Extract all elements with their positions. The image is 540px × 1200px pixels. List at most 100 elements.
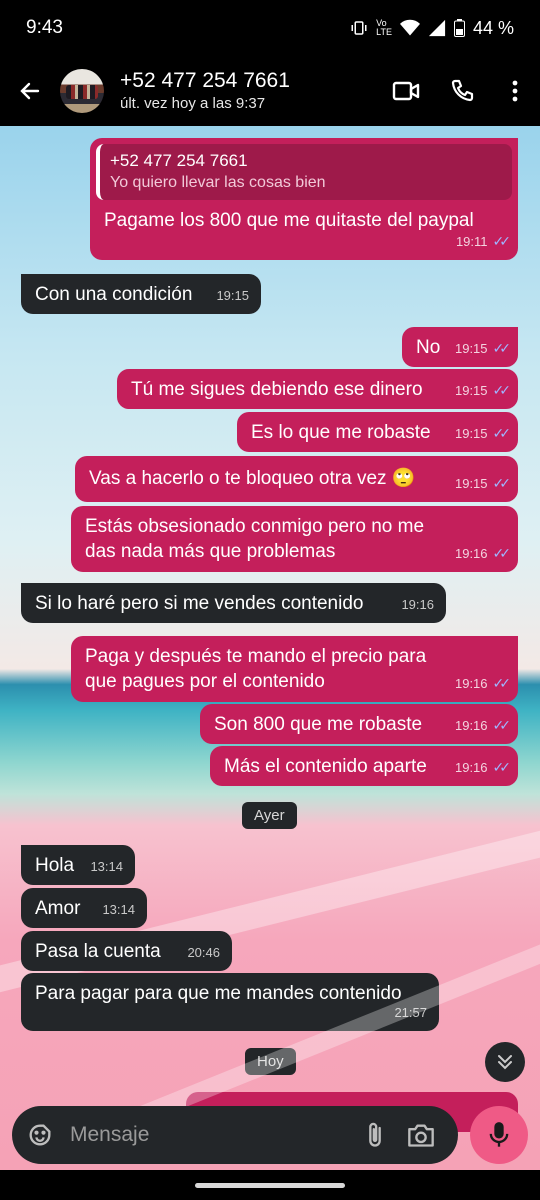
message-text: Paga y después te mando el precio para q… (85, 646, 427, 692)
message-text: Con una condición (35, 284, 193, 305)
vibrate-icon (351, 21, 367, 35)
double-check-icon: ✓✓ (492, 233, 512, 249)
mic-icon (489, 1122, 509, 1147)
back-button[interactable] (0, 56, 60, 126)
message-outgoing[interactable]: +52 477 254 7661 Yo quiero llevar las co… (90, 138, 518, 260)
double-check-icon: ✓✓ (492, 545, 512, 561)
signal-icon (428, 19, 446, 37)
attach-button[interactable] (352, 1112, 398, 1158)
chat-area[interactable]: +52 477 254 7661 Yo quiero llevar las co… (0, 126, 540, 1170)
message-outgoing[interactable]: Más el contenido aparte 19:16 ✓✓ (210, 746, 518, 786)
quoted-sender: +52 477 254 7661 (110, 151, 248, 170)
camera-button[interactable] (398, 1112, 444, 1158)
message-text: Si lo haré pero si me vendes contenido (35, 593, 364, 614)
message-text: Pagame los 800 que me quitaste del paypa… (104, 210, 474, 231)
message-time: 19:15 (454, 426, 488, 441)
message-incoming[interactable]: Pasa la cuenta 20:46 (21, 931, 232, 971)
message-outgoing[interactable]: Son 800 que me robaste 19:16 ✓✓ (200, 704, 518, 744)
message-meta: 19:15 ✓✓ (454, 421, 512, 446)
message-meta: 19:11 ✓✓ (455, 229, 512, 254)
message-outgoing[interactable]: Es lo que me robaste 19:15 ✓✓ (237, 412, 518, 452)
date-separator-today: Hoy (245, 1048, 296, 1075)
last-seen: últ. vez hoy a las 9:37 (120, 95, 266, 112)
message-meta: 19:16 ✓✓ (455, 755, 512, 780)
more-vert-icon (512, 80, 518, 102)
record-voice-button[interactable] (470, 1106, 528, 1164)
message-time: 19:15 (454, 476, 488, 491)
message-time: 19:15 (216, 288, 249, 303)
message-meta: 19:16 (401, 592, 434, 617)
message-input[interactable] (70, 1123, 352, 1147)
message-meta: 19:16 ✓✓ (454, 671, 511, 696)
message-incoming[interactable]: Para pagar para que me mandes contenido … (21, 973, 439, 1031)
gesture-handle[interactable] (195, 1183, 345, 1188)
message-text: Más el contenido aparte (224, 756, 427, 777)
contact-info[interactable]: +52 477 254 7661 últ. vez hoy a las 9:37 (120, 68, 378, 114)
message-text: Estás obsesionado conmigo pero no me das… (85, 516, 425, 562)
status-time: 9:43 (26, 17, 63, 38)
scroll-to-bottom-button[interactable] (485, 1042, 525, 1082)
message-meta: 19:15 ✓✓ (455, 336, 512, 361)
contact-name: +52 477 254 7661 (120, 69, 290, 92)
volte-label: Vo LTE (376, 19, 392, 37)
video-call-icon (392, 81, 420, 101)
message-time: 19:11 (455, 234, 488, 249)
message-outgoing[interactable]: No 19:15 ✓✓ (402, 327, 518, 367)
double-check-icon: ✓✓ (492, 475, 512, 491)
message-incoming[interactable]: Hola 13:14 (21, 845, 135, 885)
message-text: Para pagar para que me mandes contenido (35, 983, 402, 1004)
message-meta: 19:16 ✓✓ (454, 713, 512, 738)
voice-call-button[interactable] (434, 56, 490, 126)
contact-avatar[interactable] (60, 69, 104, 113)
quoted-message[interactable]: +52 477 254 7661 Yo quiero llevar las co… (96, 144, 512, 200)
message-composer (12, 1106, 458, 1164)
message-time: 19:16 (454, 718, 488, 733)
double-check-icon: ✓✓ (492, 717, 512, 733)
message-outgoing[interactable]: Tú me sigues debiendo ese dinero 19:15 ✓✓ (117, 369, 518, 409)
message-text: Pasa la cuenta (35, 941, 161, 962)
message-time: 19:16 (401, 597, 434, 612)
scroll-down-icon (498, 1055, 512, 1070)
video-call-button[interactable] (378, 56, 434, 126)
volte-lte: LTE (376, 27, 392, 37)
sticker-icon[interactable] (26, 1121, 54, 1149)
wifi-icon (399, 19, 420, 36)
message-time: 20:46 (187, 945, 220, 960)
status-icons: Vo LTE 44 % (350, 18, 514, 39)
double-check-icon: ✓✓ (492, 425, 512, 441)
chat-header: +52 477 254 7661 últ. vez hoy a las 9:37 (0, 56, 540, 126)
camera-icon (408, 1124, 434, 1147)
status-bar: 9:43 Vo LTE 44 % (0, 0, 540, 56)
battery-icon (453, 19, 465, 37)
system-nav-bar (0, 1170, 540, 1200)
double-check-icon: ✓✓ (492, 382, 512, 398)
attach-icon (369, 1122, 381, 1147)
message-text: Es lo que me robaste (251, 422, 431, 443)
message-incoming[interactable]: Si lo haré pero si me vendes contenido 1… (21, 583, 446, 623)
message-incoming[interactable]: Con una condición 19:15 (21, 274, 261, 314)
message-outgoing[interactable]: Estás obsesionado conmigo pero no me das… (71, 506, 518, 572)
message-time: 19:15 (454, 383, 488, 398)
message-time: 13:14 (102, 902, 135, 917)
back-arrow-icon (20, 82, 40, 100)
message-outgoing[interactable]: Vas a hacerlo o te bloqueo otra vez 🙄 19… (75, 456, 518, 502)
battery-level: 44 % (472, 17, 514, 38)
message-incoming[interactable]: Amor 13:14 (21, 888, 147, 928)
message-time: 13:14 (90, 859, 123, 874)
date-separator-yesterday: Ayer (242, 802, 297, 829)
phone-icon (451, 79, 474, 102)
message-text: Hola (35, 855, 75, 876)
message-time: 19:16 (454, 546, 488, 561)
message-text: Amor (35, 898, 81, 919)
message-time: 19:16 (454, 676, 488, 691)
message-meta: 19:15 ✓✓ (454, 378, 512, 403)
quoted-text: Yo quiero llevar las cosas bien (110, 174, 326, 191)
double-check-icon: ✓✓ (492, 759, 512, 775)
message-text: Tú me sigues debiendo ese dinero (131, 379, 423, 400)
more-options-button[interactable] (490, 56, 540, 126)
message-time: 21:57 (394, 1005, 427, 1020)
double-check-icon: ✓✓ (492, 340, 512, 356)
message-outgoing[interactable]: Paga y después te mando el precio para q… (71, 636, 518, 702)
message-meta: 13:14 (102, 897, 135, 922)
message-meta: 20:46 (187, 940, 220, 965)
